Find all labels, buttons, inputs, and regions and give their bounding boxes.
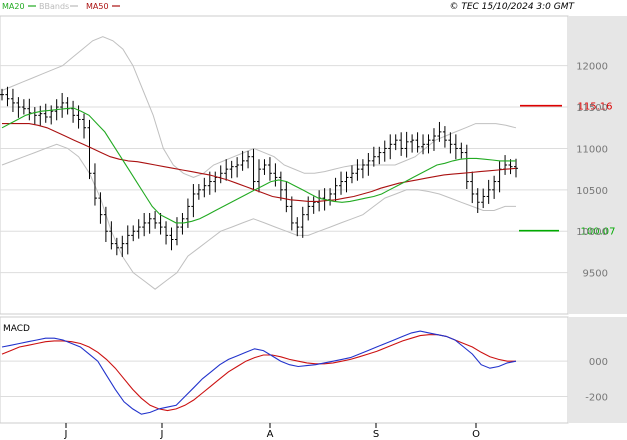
macd-panel: 000 -200 MACD [0,316,627,424]
price-tick-label: 9500 [583,269,608,280]
macd-tick-label: -200 [585,393,608,404]
macd-plot-background [0,316,569,424]
x-axis-months: JJASO [64,423,480,440]
macd-title: MACD [3,324,30,334]
month-label: J [160,429,164,440]
stock-chart: 115.16100.07 120001150011000105001000095… [0,2,627,440]
macd-tick-label: 000 [589,357,608,368]
month-label: A [267,429,274,440]
price-tick-label: 12000 [576,62,608,73]
price-tick-label: 11500 [576,103,608,114]
price-tick-label: 10500 [576,186,608,197]
month-label: J [64,429,68,440]
month-label: O [472,429,480,440]
legend-ma50-label: MA50 [86,2,109,11]
price-tick-label: 11000 [576,144,608,155]
price-tick-label: 10000 [576,227,608,238]
legend-ma20-label: MA20 [2,2,25,11]
macd-axis-background [568,317,627,423]
legend-bbands-label: BBands [39,2,69,11]
legend: MA20 BBands MA50 [2,2,120,11]
month-label: S [373,429,379,440]
main-panel: 115.16100.07 120001150011000105001000095… [0,15,627,315]
source-timestamp: © TEC 15/10/2024 3:0 GMT [449,2,575,12]
